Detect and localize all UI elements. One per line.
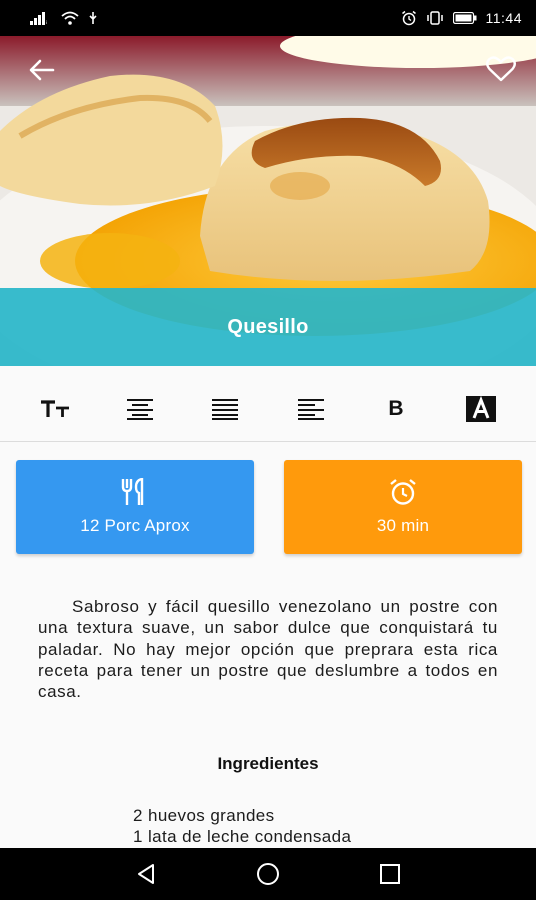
align-left-button[interactable]	[289, 387, 333, 431]
status-right-icons: 11:44	[401, 10, 523, 26]
recipe-hero-image: Quesillo	[0, 36, 536, 366]
status-left-icons: ᵢ	[30, 11, 98, 25]
battery-icon	[452, 12, 476, 24]
text-size-icon	[40, 400, 69, 417]
ingredient-item: 1 lata de leche condensada	[133, 827, 352, 846]
highlight-text-button[interactable]	[459, 387, 503, 431]
back-button[interactable]	[22, 54, 62, 86]
arrow-back-icon	[29, 59, 55, 81]
ingredient-item: 2 huevos grandes	[133, 806, 275, 825]
usb-icon	[89, 12, 97, 24]
text-size-button[interactable]	[33, 387, 77, 431]
nav-home-button[interactable]	[253, 859, 283, 889]
triangle-back-icon	[138, 864, 154, 884]
servings-label: 12 Porc Aprox	[80, 516, 190, 535]
nav-recents-button[interactable]	[375, 859, 405, 889]
time-card[interactable]: 30 min	[284, 460, 522, 554]
recipe-title: Quesillo	[227, 315, 309, 338]
ingredients-title: Ingredientes	[217, 754, 319, 773]
heart-outline-icon	[486, 56, 516, 82]
bold-icon: B	[388, 397, 404, 420]
system-nav-bar	[0, 848, 536, 900]
recipe-info-cards: 12 Porc Aprox 30 min	[16, 460, 522, 554]
status-time: 11:44	[485, 10, 522, 26]
text-format-toolbar: B	[0, 378, 536, 440]
highlight-text-icon	[466, 396, 497, 422]
signal-icon: ᵢ	[30, 11, 47, 25]
vibrate-icon	[426, 11, 443, 25]
align-justify-icon	[212, 399, 239, 420]
svg-text:ᵢ: ᵢ	[46, 17, 47, 25]
circle-home-icon	[257, 863, 279, 885]
align-center-icon	[126, 399, 153, 420]
status-bar: ᵢ 11:44	[0, 0, 536, 36]
bold-button[interactable]: B	[374, 387, 418, 431]
nav-back-button[interactable]	[131, 859, 161, 889]
time-label: 30 min	[376, 516, 430, 535]
ingredients-list: 2 huevos grandes 1 lata de leche condens…	[133, 805, 351, 847]
wifi-icon	[61, 11, 79, 25]
align-left-icon	[297, 399, 324, 420]
alarm-icon	[401, 10, 416, 26]
align-center-button[interactable]	[118, 387, 162, 431]
title-band: Quesillo	[0, 288, 536, 366]
toolbar-divider	[0, 441, 536, 442]
square-recents-icon	[380, 864, 400, 884]
favorite-button[interactable]	[482, 52, 520, 86]
alarm-clock-icon	[390, 479, 416, 505]
servings-card[interactable]: 12 Porc Aprox	[16, 460, 254, 554]
align-justify-button[interactable]	[203, 387, 247, 431]
cutlery-icon	[121, 478, 144, 505]
recipe-description: Sabroso y fácil quesillo venezolano un p…	[38, 597, 498, 702]
